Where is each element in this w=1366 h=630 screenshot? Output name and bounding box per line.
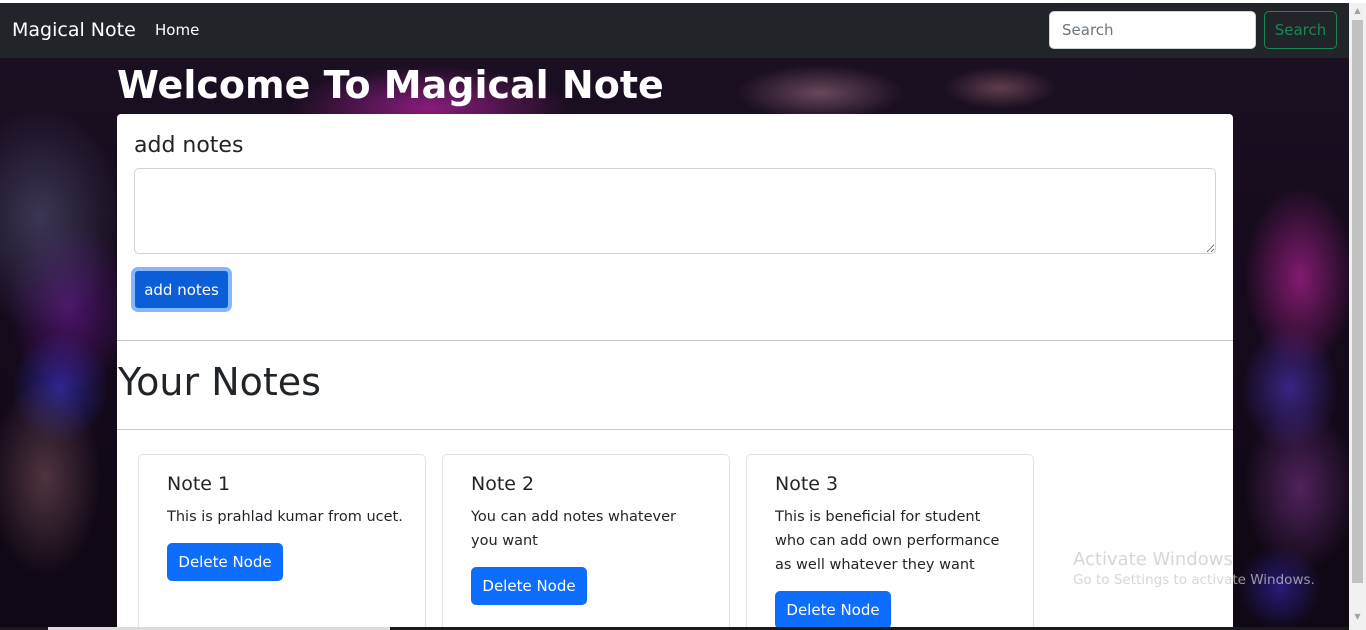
note-card: Note 3 This is beneficial for student wh… [746, 454, 1034, 630]
search-input[interactable] [1049, 11, 1256, 49]
watermark-subtitle: Go to Settings to activate Windows. [1073, 572, 1315, 588]
note-text: You can add notes whatever you want [471, 509, 676, 549]
note-title: Note 1 [167, 473, 231, 495]
note-card: Note 1 This is prahlad kumar from ucet. … [138, 454, 426, 630]
add-notes-button[interactable]: add notes [131, 267, 232, 312]
delete-note-button[interactable]: Delete Node [471, 567, 587, 605]
search-button[interactable]: Search [1264, 11, 1337, 49]
delete-note-button[interactable]: Delete Node [775, 591, 891, 629]
scroll-down-arrow-icon[interactable]: ▼ [1352, 612, 1363, 622]
scroll-up-arrow-icon[interactable]: ▲ [1352, 6, 1363, 16]
activate-windows-watermark: Activate Windows Go to Settings to activ… [1073, 549, 1315, 588]
navbar: Magical Note Home Search [0, 3, 1349, 58]
scrollbar-thumb[interactable] [1352, 20, 1363, 583]
divider [117, 340, 1233, 341]
note-title: Note 2 [471, 473, 535, 495]
watermark-title: Activate Windows [1073, 549, 1233, 570]
note-card: Note 2 You can add notes whatever you wa… [442, 454, 730, 630]
nav-link-home[interactable]: Home [155, 21, 199, 39]
note-title: Note 3 [775, 473, 839, 495]
page-title: Welcome To Magical Note [117, 63, 664, 107]
note-text: This is prahlad kumar from ucet. [167, 509, 403, 525]
main-container: add notes add notes Your Notes Note 1 Th… [117, 114, 1233, 630]
note-textarea[interactable] [134, 168, 1216, 254]
navbar-brand[interactable]: Magical Note [12, 19, 136, 41]
note-text: This is beneficial for student who can a… [775, 509, 1000, 573]
your-notes-heading: Your Notes [118, 360, 321, 404]
add-notes-heading: add notes [134, 133, 244, 158]
delete-note-button[interactable]: Delete Node [167, 543, 283, 581]
divider [117, 429, 1233, 430]
